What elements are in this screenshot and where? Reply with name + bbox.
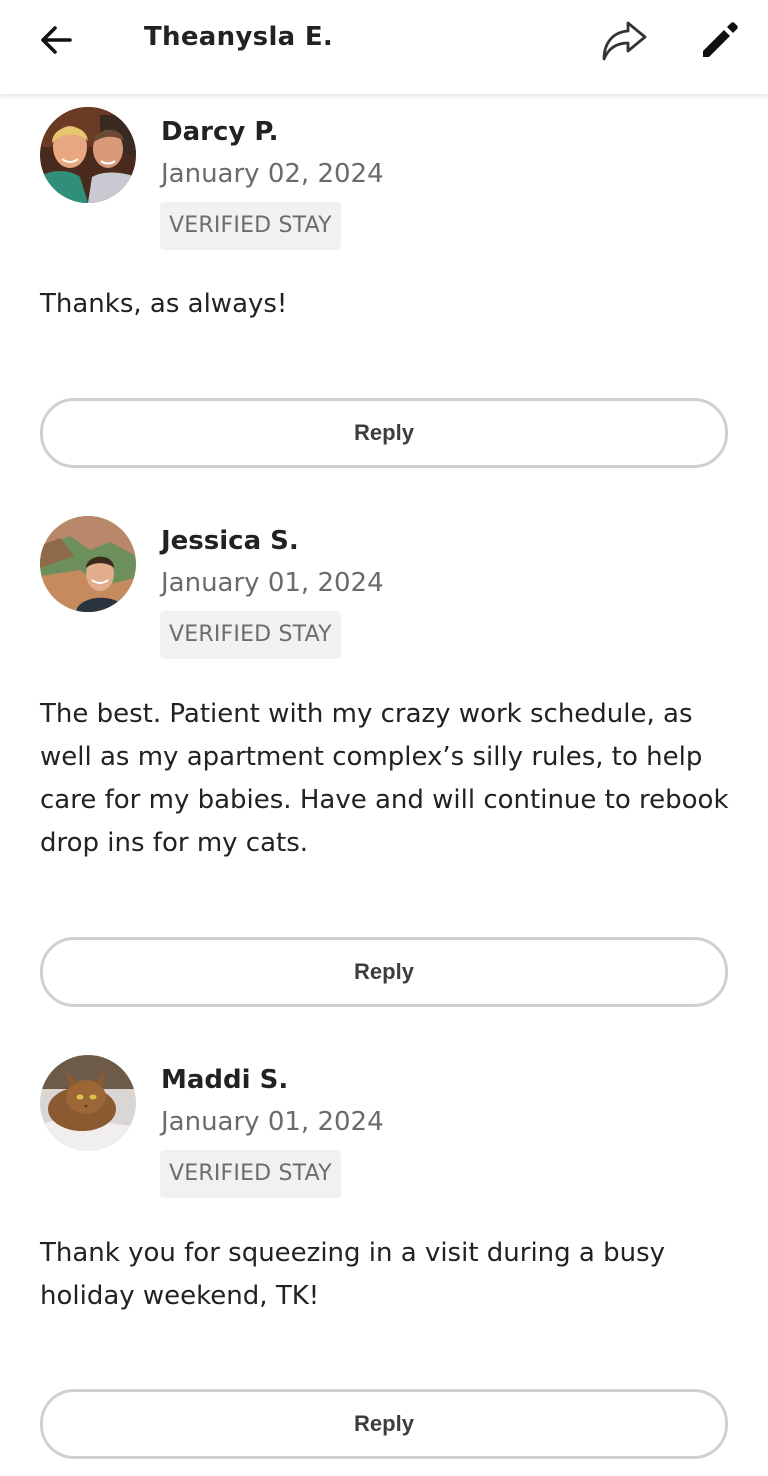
verified-stay-badge: VERIFIED STAY: [160, 202, 341, 250]
reviewer-name: Maddi S.: [161, 1065, 289, 1095]
share-icon: [602, 21, 647, 61]
review-text: Thank you for squeezing in a visit durin…: [40, 1238, 666, 1311]
verified-stay-badge: VERIFIED STAY: [160, 1150, 341, 1198]
edit-button[interactable]: [694, 14, 746, 66]
review-text: The best. Patient with my crazy work sch…: [40, 699, 729, 858]
review-item: Maddi S. January 01, 2024 VERIFIED STAY …: [0, 1055, 768, 1465]
reviewer-name: Darcy P.: [161, 117, 279, 147]
arrow-left-icon: [41, 26, 72, 54]
verified-stay-badge: VERIFIED STAY: [160, 611, 341, 659]
reviewer-avatar: [40, 516, 136, 612]
page-title: Theanysla E.: [144, 22, 334, 52]
review-item: Darcy P. January 02, 2024 VERIFIED STAY …: [0, 107, 768, 472]
review-date: January 01, 2024: [161, 568, 384, 598]
reply-button[interactable]: Reply: [40, 398, 728, 468]
reviewer-name: Jessica S.: [161, 526, 299, 556]
review-date: January 01, 2024: [161, 1107, 384, 1137]
top-app-bar: Theanysla E.: [0, 0, 768, 94]
back-button[interactable]: [34, 18, 78, 62]
reviewer-avatar: [40, 107, 136, 203]
share-button[interactable]: [596, 14, 652, 66]
pencil-icon: [703, 22, 738, 57]
review-item: Jessica S. January 01, 2024 VERIFIED STA…: [0, 516, 768, 1011]
review-date: January 02, 2024: [161, 159, 384, 189]
reviewer-avatar: [40, 1055, 136, 1151]
reply-button[interactable]: Reply: [40, 937, 728, 1007]
review-text: Thanks, as always!: [40, 289, 288, 319]
reply-button[interactable]: Reply: [40, 1389, 728, 1459]
